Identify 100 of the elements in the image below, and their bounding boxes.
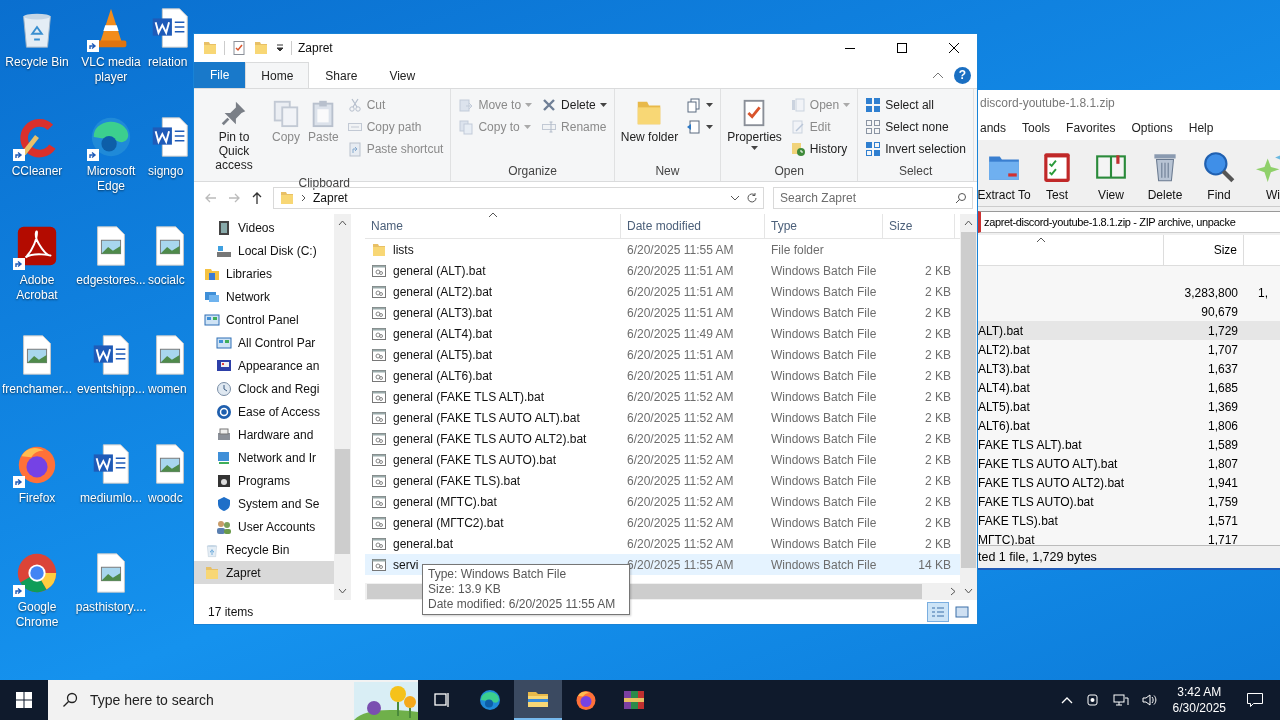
scroll-up-icon[interactable] — [338, 220, 347, 226]
ribbon-button[interactable]: Properties — [725, 94, 784, 154]
volume-icon[interactable] — [1140, 692, 1157, 708]
nav-item[interactable]: Network and Ir — [194, 446, 334, 469]
ribbon-tab[interactable]: Share — [309, 62, 374, 88]
nav-item[interactable]: Programs — [194, 469, 334, 492]
ribbon-button[interactable]: New folder — [618, 94, 681, 148]
file-row[interactable]: general (ALT3).bat 6/20/2025 11:51 AM Windows Batch File 2 KB — [365, 302, 960, 323]
desktop-icon-label[interactable]: women — [148, 382, 187, 397]
desktop-icon-label[interactable]: edgestores... — [76, 273, 146, 288]
scroll-up-icon[interactable] — [964, 220, 973, 226]
file-row[interactable]: ALT2).bat 1,707 — [978, 340, 1280, 359]
column-header[interactable]: Size — [883, 214, 955, 238]
nav-item[interactable]: Clock and Regi — [194, 377, 334, 400]
file-row[interactable]: general (ALT2).bat 6/20/2025 11:51 AM Windows Batch File 2 KB — [365, 281, 960, 302]
menu-item[interactable]: ands — [980, 120, 1007, 135]
desktop-icon-label[interactable]: Recycle Bin — [5, 55, 69, 70]
ribbon-button[interactable]: Delete — [538, 94, 610, 116]
taskbar-app-button[interactable] — [514, 680, 562, 720]
network-icon[interactable] — [1112, 692, 1129, 708]
nav-item[interactable]: Hardware and — [194, 423, 334, 446]
refresh-icon[interactable] — [746, 192, 758, 204]
ribbon-button[interactable]: Select all — [862, 94, 969, 116]
desktop-icon-label[interactable]: CCleaner — [11, 164, 63, 179]
search-field[interactable]: Search Zapret — [773, 187, 973, 209]
menu-item[interactable]: Options — [1131, 120, 1173, 135]
toolbar-button[interactable]: Test — [1030, 150, 1084, 202]
ribbon-button[interactable]: History — [786, 138, 854, 160]
scrollbar[interactable] — [960, 214, 977, 600]
up-icon[interactable] — [250, 191, 264, 205]
file-row[interactable]: general (FAKE TLS AUTO ALT2).bat 6/20/2025 11:52 AM Windows Batch File 2 KB — [365, 428, 960, 449]
toolbar-button[interactable]: Find — [1192, 150, 1246, 202]
notification-icon[interactable] — [1246, 691, 1264, 709]
file-row[interactable]: general (ALT).bat 6/20/2025 11:51 AM Windows Batch File 2 KB — [365, 260, 960, 281]
scroll-down-icon[interactable] — [338, 588, 347, 594]
menu-item[interactable]: Help — [1188, 120, 1214, 135]
file-row[interactable]: 90,679 — [978, 302, 1280, 321]
column-header[interactable]: Date modified — [621, 214, 765, 238]
desktop-icon-label[interactable]: socialc — [148, 273, 185, 288]
desktop-icon-label[interactable]: frenchamer... — [2, 382, 72, 397]
nav-item[interactable]: Appearance an — [194, 354, 334, 377]
ribbon-button[interactable]: Pin to Quick access — [202, 94, 266, 176]
desktop-icon-label[interactable]: Microsoft Edge — [74, 164, 148, 194]
nav-item[interactable]: Videos — [194, 216, 334, 239]
file-row[interactable]: ALT).bat 1,729 — [978, 321, 1280, 340]
file-row[interactable]: FAKE TLS AUTO).bat 1,759 — [978, 492, 1280, 511]
desktop-icon-label[interactable]: Firefox — [18, 491, 56, 506]
nav-item[interactable]: Control Panel — [194, 308, 334, 331]
file-row[interactable]: 3,283,800 1, — [978, 283, 1280, 302]
nav-item[interactable]: System and Se — [194, 492, 334, 515]
help-button[interactable]: ? — [954, 66, 971, 84]
nav-item[interactable]: Libraries — [194, 262, 334, 285]
desktop-icon-label[interactable]: Adobe Acrobat — [0, 273, 74, 303]
desktop-icon-label[interactable]: mediumlo... — [80, 491, 142, 506]
scrollbar[interactable] — [334, 214, 351, 600]
menu-item[interactable]: Tools — [1022, 120, 1051, 135]
file-row[interactable]: general (ALT4).bat 6/20/2025 11:49 AM Windows Batch File 2 KB — [365, 323, 960, 344]
search-field[interactable]: Type here to search — [48, 680, 418, 720]
file-row[interactable]: general (FAKE TLS ALT).bat 6/20/2025 11:52 AM Windows Batch File 2 KB — [365, 386, 960, 407]
toolbar-button[interactable]: Extract To — [978, 150, 1030, 202]
ribbon-button[interactable]: Invert selection — [862, 138, 969, 160]
file-row[interactable]: general (ALT5).bat 6/20/2025 11:51 AM Windows Batch File 2 KB — [365, 344, 960, 365]
file-row[interactable]: general (МГТС2).bat 6/20/2025 11:52 AM Windows Batch File 2 KB — [365, 512, 960, 533]
nav-item[interactable]: Recycle Bin — [194, 538, 334, 561]
meet-icon[interactable] — [1084, 692, 1101, 708]
file-row[interactable]: ALT4).bat 1,685 — [978, 378, 1280, 397]
clock-date[interactable]: 6/30/2025 — [1172, 700, 1226, 716]
file-row[interactable]: ALT5).bat 1,369 — [978, 397, 1280, 416]
file-row[interactable]: FAKE TLS AUTO ALT).bat 1,807 — [978, 454, 1280, 473]
file-row[interactable]: general (ALT6).bat 6/20/2025 11:51 AM Windows Batch File 2 KB — [365, 365, 960, 386]
desktop-icon-label[interactable]: relation — [148, 55, 188, 70]
toolbar-button[interactable]: Delete — [1138, 150, 1192, 202]
nav-item[interactable]: Zapret — [194, 561, 334, 584]
path-field[interactable]: zapret-discord-youtube-1.8.1.zip - ZIP archive, unpacke — [978, 211, 1280, 233]
nav-item[interactable]: User Accounts — [194, 515, 334, 538]
desktop-icon-label[interactable]: VLC media player — [74, 55, 148, 85]
nav-item[interactable]: Network — [194, 285, 334, 308]
file-row[interactable]: FAKE TLS).bat 1,571 — [978, 511, 1280, 530]
file-row[interactable]: FAKE TLS AUTO ALT2).bat 1,941 — [978, 473, 1280, 492]
file-row[interactable]: general (FAKE TLS AUTO).bat 6/20/2025 11:52 AM Windows Batch File 2 KB — [365, 449, 960, 470]
toolbar-button[interactable]: View — [1084, 150, 1138, 202]
ribbon-button[interactable]: Select none — [862, 116, 969, 138]
caret-up-icon[interactable] — [1060, 696, 1073, 704]
file-row[interactable]: general (FAKE TLS).bat 6/20/2025 11:52 AM Windows Batch File 2 KB — [365, 470, 960, 491]
properties-icon[interactable] — [231, 40, 247, 56]
ribbon-tab[interactable]: File — [194, 62, 246, 88]
file-row[interactable]: FAKE TLS ALT).bat 1,589 — [978, 435, 1280, 454]
caret-icon[interactable] — [275, 43, 285, 53]
file-row[interactable]: ALT3).bat 1,637 — [978, 359, 1280, 378]
desktop-icon-label[interactable]: woodc — [148, 491, 183, 506]
file-row[interactable]: ALT6).bat 1,806 — [978, 416, 1280, 435]
toolbar-button[interactable]: Wi — [1246, 150, 1280, 202]
file-row[interactable]: lists 6/20/2025 11:55 AM File folder — [365, 239, 960, 260]
scroll-right-icon[interactable] — [950, 587, 956, 596]
dropdown-icon[interactable] — [730, 195, 740, 201]
collapse-ribbon-icon[interactable] — [932, 71, 944, 79]
nav-item[interactable]: Ease of Access — [194, 400, 334, 423]
ribbon-tab[interactable]: Home — [245, 62, 310, 88]
desktop-icon-label[interactable]: signgo — [148, 164, 184, 179]
file-row[interactable]: general.bat 6/20/2025 11:52 AM Windows Batch File 2 KB — [365, 533, 960, 554]
